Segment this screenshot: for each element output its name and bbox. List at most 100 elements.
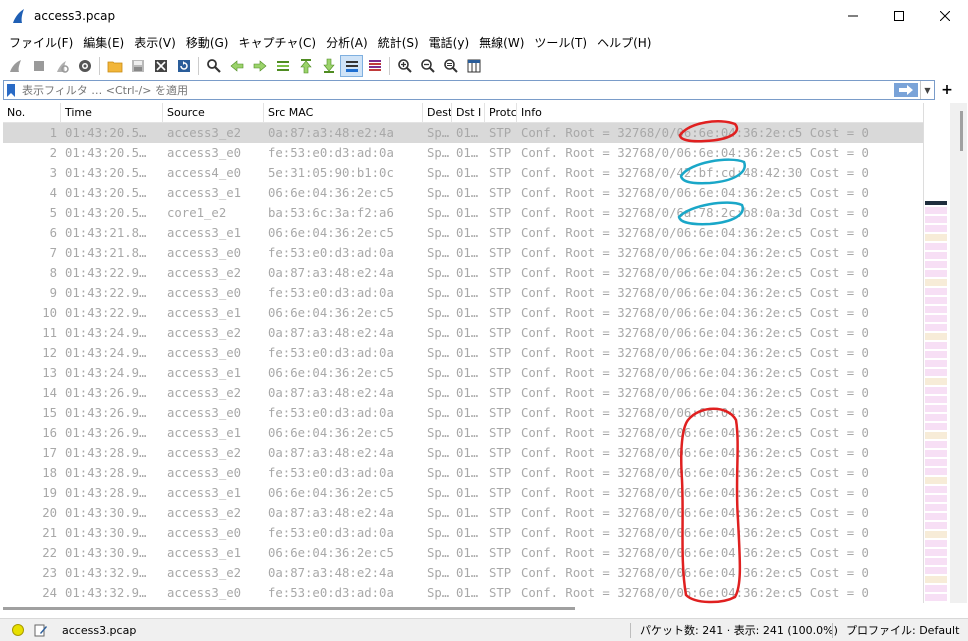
packet-cell-src: access3_e2 xyxy=(167,566,242,580)
packet-cell-dsti: 01… xyxy=(456,466,479,480)
menu-item[interactable]: 統計(S) xyxy=(373,34,424,51)
packet-cell-dsti: 01… xyxy=(456,286,479,300)
packet-row[interactable]: 20 01:43:30.9… access3_e2 0a:87:a3:48:e2:4a… xyxy=(3,503,923,523)
packet-row[interactable]: 10 01:43:22.9… access3_e1 06:6e:04:36:2e:c5… xyxy=(3,303,923,323)
colorize-button[interactable] xyxy=(363,55,386,77)
stop-capture-button[interactable] xyxy=(27,55,50,77)
horizontal-scrollbar[interactable] xyxy=(3,604,947,614)
packet-row[interactable]: 7 01:43:21.8… access3_e0 fe:53:e0:d3:ad:0a S… xyxy=(3,243,923,263)
packet-cell-proto: STP xyxy=(489,386,512,400)
add-filter-button[interactable]: + xyxy=(940,81,954,99)
packet-row[interactable]: 6 01:43:21.8… access3_e1 06:6e:04:36:2e:c5 S… xyxy=(3,223,923,243)
packet-minimap[interactable] xyxy=(923,103,947,603)
column-header-src-mac[interactable]: Src MAC xyxy=(264,103,423,123)
close-button[interactable] xyxy=(922,0,968,32)
filter-history-dropdown[interactable]: ▼ xyxy=(920,81,934,99)
packet-row[interactable]: 23 01:43:32.9… access3_e2 0a:87:a3:48:e2:4a… xyxy=(3,563,923,583)
column-header-dest[interactable]: Dest xyxy=(423,103,452,123)
maximize-icon xyxy=(894,11,904,21)
packet-row[interactable]: 18 01:43:28.9… access3_e0 fe:53:e0:d3:ad:0a… xyxy=(3,463,923,483)
zoom-in-button[interactable] xyxy=(393,55,416,77)
filter-bookmark-button[interactable] xyxy=(4,81,18,99)
maximize-button[interactable] xyxy=(876,0,922,32)
menu-item[interactable]: 移動(G) xyxy=(181,34,234,51)
packet-cell-dest: Sp… xyxy=(427,426,450,440)
packet-row[interactable]: 5 01:43:20.5… core1_e2 ba:53:6c:3a:f2:a6 Sp…… xyxy=(3,203,923,223)
packet-list[interactable]: No. Time Source Src MAC Dest Dst I Protc… xyxy=(3,103,923,603)
vertical-scroll-thumb[interactable] xyxy=(960,111,963,151)
packet-cell-src: access3_e1 xyxy=(167,366,242,380)
save-file-button[interactable] xyxy=(126,55,149,77)
minimap-stripe xyxy=(925,567,947,574)
column-header-dst-i[interactable]: Dst I xyxy=(452,103,485,123)
packet-cell-src: access3_e1 xyxy=(167,426,242,440)
zoom-normal-button[interactable] xyxy=(439,55,462,77)
packet-cell-no: 12 xyxy=(42,346,57,360)
open-file-button[interactable] xyxy=(103,55,126,77)
status-profile[interactable]: プロファイル: Default xyxy=(846,622,959,638)
packet-cell-proto: STP xyxy=(489,146,512,160)
packet-row[interactable]: 17 01:43:28.9… access3_e2 0a:87:a3:48:e2:4a… xyxy=(3,443,923,463)
capture-options-button[interactable] xyxy=(73,55,96,77)
menu-item[interactable]: 表示(V) xyxy=(129,34,181,51)
start-capture-button[interactable] xyxy=(4,55,27,77)
resize-columns-button[interactable] xyxy=(462,55,485,77)
find-packet-button[interactable] xyxy=(202,55,225,77)
menu-item[interactable]: 分析(A) xyxy=(321,34,373,51)
packet-row[interactable]: 21 01:43:30.9… access3_e0 fe:53:e0:d3:ad:0a… xyxy=(3,523,923,543)
zoom-out-button[interactable] xyxy=(416,55,439,77)
packet-row[interactable]: 13 01:43:24.9… access3_e1 06:6e:04:36:2e:c5… xyxy=(3,363,923,383)
go-last-button[interactable] xyxy=(317,55,340,77)
packet-row[interactable]: 19 01:43:28.9… access3_e1 06:6e:04:36:2e:c5… xyxy=(3,483,923,503)
packet-row[interactable]: 8 01:43:22.9… access3_e2 0a:87:a3:48:e2:4a S… xyxy=(3,263,923,283)
column-header-protocol[interactable]: Protc xyxy=(485,103,517,123)
menu-item[interactable]: 無線(W) xyxy=(474,34,529,51)
zoom-normal-icon xyxy=(443,59,458,73)
column-header-no[interactable]: No. xyxy=(3,103,61,123)
packet-cell-dsti: 01… xyxy=(456,546,479,560)
expert-info-led-icon[interactable] xyxy=(12,624,24,636)
packet-row[interactable]: 16 01:43:26.9… access3_e1 06:6e:04:36:2e:c5… xyxy=(3,423,923,443)
packet-row[interactable]: 11 01:43:24.9… access3_e2 0a:87:a3:48:e2:4a… xyxy=(3,323,923,343)
packet-row[interactable]: 3 01:43:20.5… access4_e0 5e:31:05:90:b1:0c S… xyxy=(3,163,923,183)
packet-row[interactable]: 12 01:43:24.9… access3_e0 fe:53:e0:d3:ad:0a… xyxy=(3,343,923,363)
go-first-button[interactable] xyxy=(294,55,317,77)
go-forward-button[interactable] xyxy=(248,55,271,77)
apply-filter-button[interactable] xyxy=(894,83,918,97)
packet-cell-time: 01:43:20.5… xyxy=(65,146,147,160)
menu-item[interactable]: ツール(T) xyxy=(529,34,592,51)
packet-cell-src: access3_e2 xyxy=(167,326,242,340)
vertical-scrollbar[interactable] xyxy=(950,103,967,603)
packet-cell-smac: 0a:87:a3:48:e2:4a xyxy=(268,126,394,140)
packet-row[interactable]: 14 01:43:26.9… access3_e2 0a:87:a3:48:e2:4a… xyxy=(3,383,923,403)
column-header-info[interactable]: Info xyxy=(517,103,923,123)
menu-item[interactable]: 編集(E) xyxy=(78,34,129,51)
go-to-packet-button[interactable] xyxy=(271,55,294,77)
menu-item[interactable]: キャプチャ(C) xyxy=(233,34,321,51)
packet-row[interactable]: 1 01:43:20.5… access3_e2 0a:87:a3:48:e2:4a S… xyxy=(3,123,923,143)
display-filter-input[interactable] xyxy=(18,81,894,99)
packet-row[interactable]: 22 01:43:30.9… access3_e1 06:6e:04:36:2e:c5… xyxy=(3,543,923,563)
go-back-button[interactable] xyxy=(225,55,248,77)
close-icon xyxy=(940,11,950,21)
restart-capture-button[interactable] xyxy=(50,55,73,77)
minimize-button[interactable] xyxy=(830,0,876,32)
column-header-time[interactable]: Time xyxy=(61,103,163,123)
packet-cell-time: 01:43:20.5… xyxy=(65,186,147,200)
menu-item[interactable]: 電話(y) xyxy=(424,34,474,51)
menu-item[interactable]: ファイル(F) xyxy=(4,34,78,51)
edit-comment-icon[interactable] xyxy=(34,623,48,637)
packet-row[interactable]: 4 01:43:20.5… access3_e1 06:6e:04:36:2e:c5 S… xyxy=(3,183,923,203)
packet-row[interactable]: 24 01:43:32.9… access3_e0 fe:53:e0:d3:ad:0a… xyxy=(3,583,923,603)
horizontal-scroll-thumb[interactable] xyxy=(3,607,575,610)
packet-cell-dsti: 01… xyxy=(456,586,479,600)
packet-row[interactable]: 15 01:43:26.9… access3_e0 fe:53:e0:d3:ad:0a… xyxy=(3,403,923,423)
menu-item[interactable]: ヘルプ(H) xyxy=(592,34,656,51)
auto-scroll-button[interactable] xyxy=(340,55,363,77)
minimap-viewport-marker xyxy=(925,201,947,205)
packet-row[interactable]: 2 01:43:20.5… access3_e0 fe:53:e0:d3:ad:0a S… xyxy=(3,143,923,163)
close-file-button[interactable] xyxy=(149,55,172,77)
packet-row[interactable]: 9 01:43:22.9… access3_e0 fe:53:e0:d3:ad:0a S… xyxy=(3,283,923,303)
column-header-source[interactable]: Source xyxy=(163,103,264,123)
reload-file-button[interactable] xyxy=(172,55,195,77)
